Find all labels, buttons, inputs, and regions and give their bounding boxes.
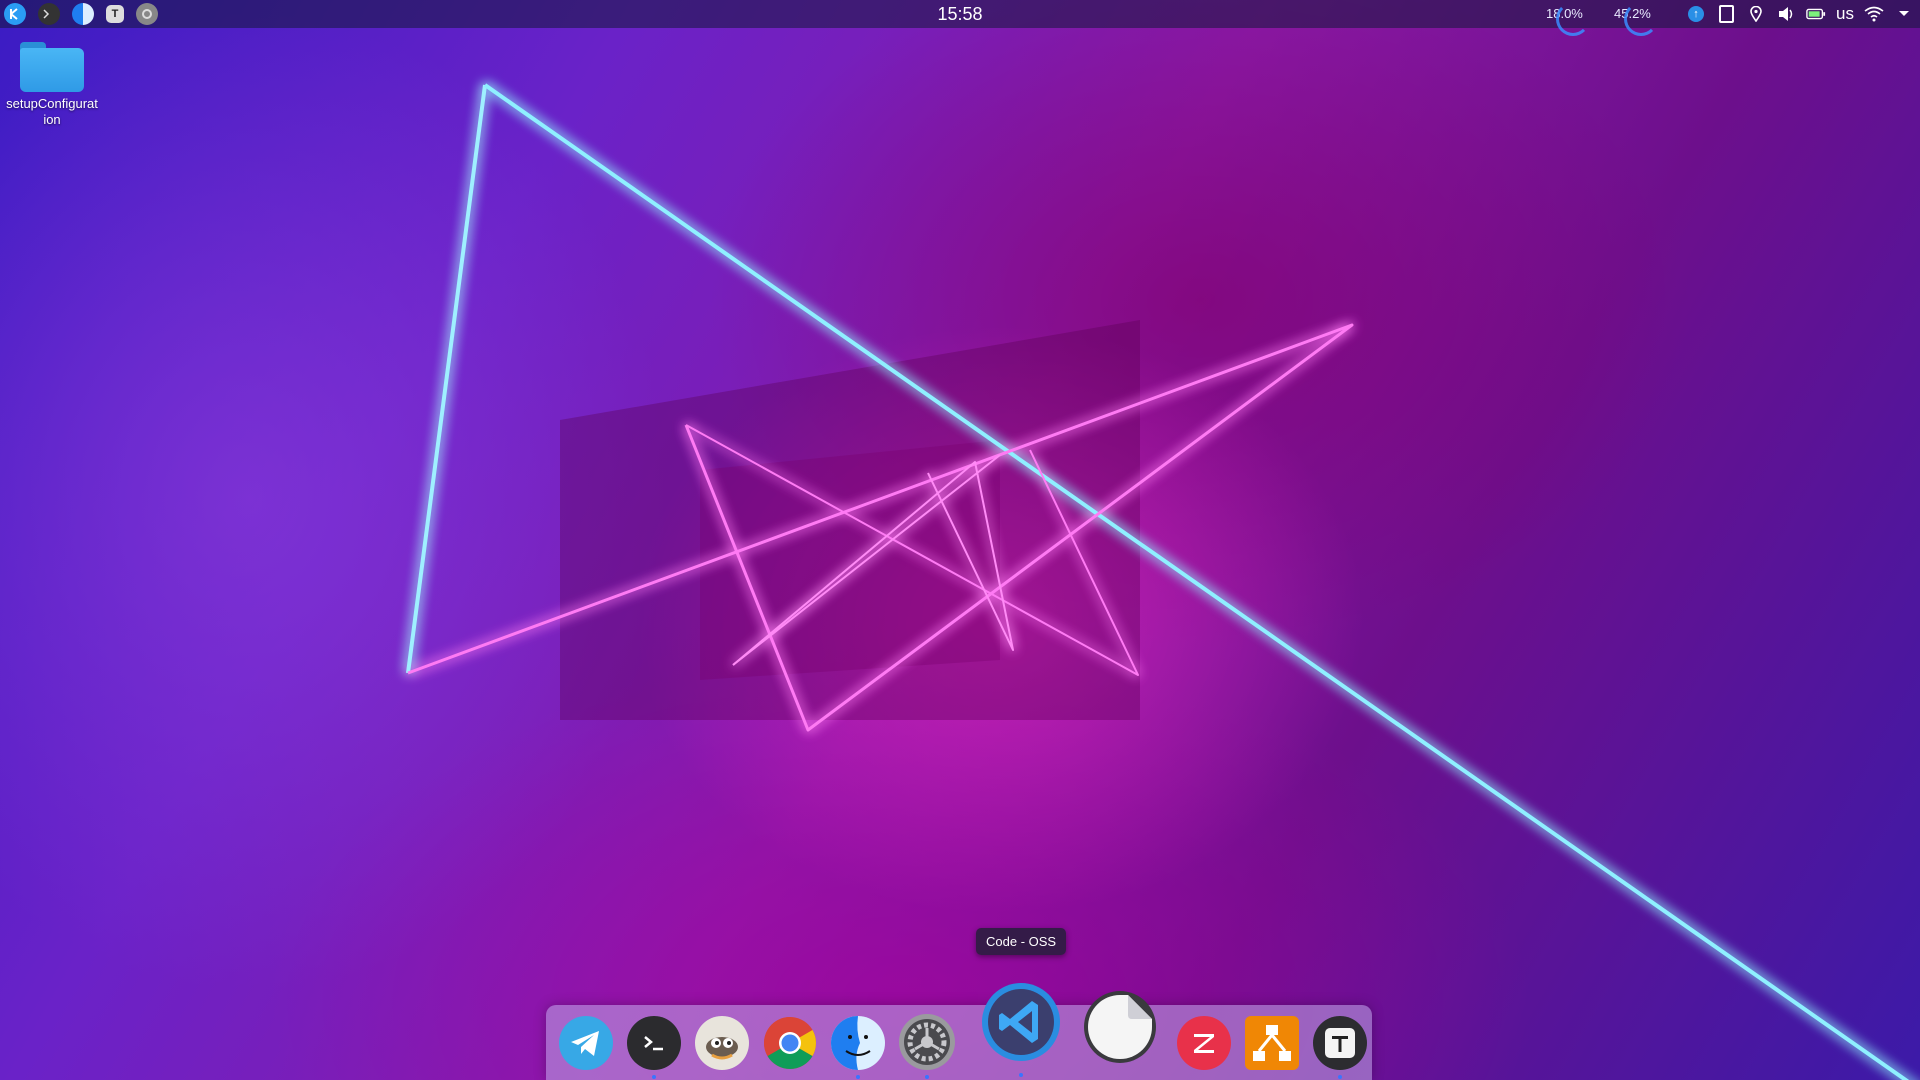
finder-icon[interactable] (72, 3, 94, 25)
terminal-icon (627, 1016, 681, 1070)
running-indicator (1338, 1075, 1342, 1079)
system-tray: ↑ us (1686, 3, 1914, 25)
dock-tooltip: Code - OSS (976, 928, 1067, 955)
wifi-icon[interactable] (1864, 4, 1884, 24)
dock-item-code-oss[interactable] (980, 981, 1062, 1077)
terminal-icon[interactable] (38, 3, 60, 25)
clock[interactable]: 15:58 (937, 4, 982, 24)
memory-ring-icon (1624, 2, 1658, 36)
finder-icon (831, 1016, 885, 1070)
running-indicator (925, 1075, 929, 1079)
telegram-icon (559, 1016, 613, 1070)
running-indicator (1019, 1073, 1023, 1077)
dock-item-zotero[interactable] (1176, 1015, 1232, 1071)
panel-launchers: T (4, 3, 158, 25)
cpu-ring-icon (1556, 2, 1590, 36)
dock (546, 983, 1372, 1080)
dock-item-drawio[interactable] (1244, 1015, 1300, 1071)
folder-icon (20, 40, 84, 92)
sticker-icon (1084, 991, 1156, 1063)
running-indicator (652, 1075, 656, 1079)
dock-item-gimp[interactable] (694, 1015, 750, 1071)
memory-monitor[interactable]: 45.2% (1614, 2, 1658, 36)
desktop-folder-label: setupConfiguration (6, 96, 98, 127)
cpu-monitor[interactable]: 18.0% (1546, 2, 1590, 36)
keyboard-layout[interactable]: us (1836, 4, 1854, 24)
location-icon[interactable] (1746, 4, 1766, 24)
kde-logo-icon[interactable] (4, 3, 26, 25)
vscode-icon (982, 983, 1060, 1061)
settings-icon[interactable] (136, 3, 158, 25)
desktop-wallpaper (406, 83, 1910, 1080)
volume-icon[interactable] (1776, 4, 1796, 24)
top-panel: T 15:58 18.0% 45.2% ↑ us (0, 0, 1920, 36)
dock-item-system-settings[interactable] (898, 1013, 956, 1079)
dock-item-sticker[interactable] (1082, 989, 1158, 1065)
dock-item-typora[interactable] (1312, 1015, 1368, 1079)
settings-gear-icon (899, 1014, 955, 1070)
drawio-icon (1245, 1016, 1299, 1070)
gimp-icon (695, 1016, 749, 1070)
dock-item-terminal[interactable] (626, 1015, 682, 1079)
typora-icon (1313, 1016, 1367, 1070)
dock-item-telegram[interactable] (558, 1015, 614, 1071)
typora-icon[interactable]: T (106, 5, 124, 23)
update-notifier-icon[interactable]: ↑ (1686, 4, 1706, 24)
zotero-icon (1177, 1016, 1231, 1070)
desktop-folder-setupconfiguration[interactable]: setupConfiguration (6, 40, 98, 128)
running-indicator (856, 1075, 860, 1079)
chrome-icon (764, 1017, 816, 1069)
clipboard-icon[interactable] (1716, 4, 1736, 24)
battery-icon[interactable] (1806, 4, 1826, 24)
dock-item-finder[interactable] (830, 1015, 886, 1079)
dock-item-chrome[interactable] (762, 1015, 818, 1071)
chevron-down-icon[interactable] (1894, 4, 1914, 24)
